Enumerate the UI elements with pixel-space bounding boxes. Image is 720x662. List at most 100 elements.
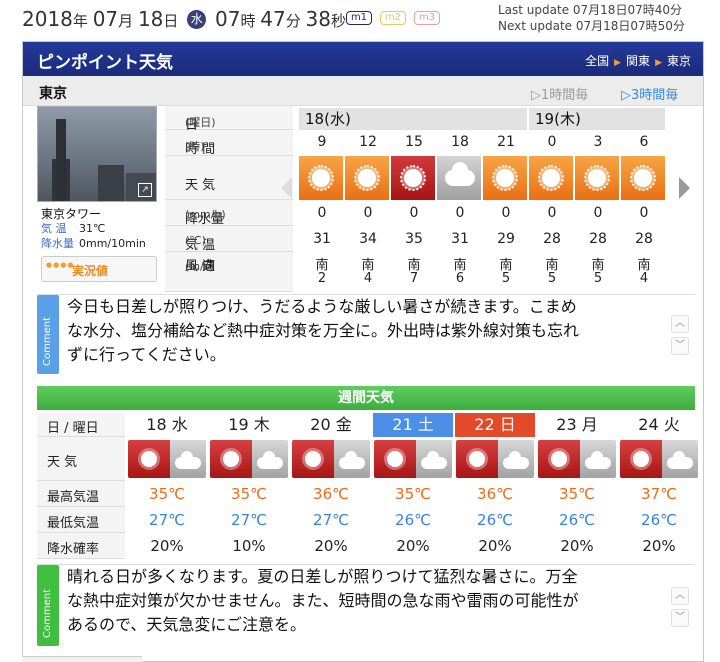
week-low-temp: 27℃ bbox=[231, 511, 267, 529]
week-day-header: 22 日 bbox=[455, 413, 535, 437]
week-high-temp: 35℃ bbox=[559, 485, 595, 503]
week-high-temp: 37℃ bbox=[641, 485, 677, 503]
wind-speed-value: 5 bbox=[501, 271, 511, 286]
precip-value: 0 bbox=[593, 205, 603, 221]
next-update: Next update 07月18日07時50分 bbox=[498, 19, 685, 33]
sun-cloud-icon bbox=[128, 440, 206, 478]
sun-cloud-icon bbox=[292, 440, 370, 478]
hour-value: 3 bbox=[593, 134, 603, 150]
chevron-up-icon[interactable]: ︿ bbox=[671, 315, 689, 333]
temp-value: 28 bbox=[543, 231, 561, 247]
map-button-m2[interactable]: m2 bbox=[380, 11, 406, 25]
interval-1hour-link[interactable]: ▷1時間毎 bbox=[531, 84, 588, 103]
clock-second-unit: 秒 bbox=[330, 12, 346, 30]
week-high-temp: 35℃ bbox=[149, 485, 185, 503]
row-label-weather: 天 気 bbox=[165, 156, 293, 200]
breadcrumb-kanto[interactable]: 関東 bbox=[626, 54, 650, 68]
week-high-temp: 36℃ bbox=[477, 485, 513, 503]
hour-value: 21 bbox=[497, 134, 515, 150]
cloudy-icon bbox=[437, 156, 482, 200]
interval-3hour-link[interactable]: ▷3時間毎 bbox=[621, 84, 678, 103]
step-arrow-icon: ▷ bbox=[621, 88, 631, 103]
clock-day-unit: 日 bbox=[163, 12, 179, 30]
week-day-header: 20 金 bbox=[310, 415, 352, 434]
daily-comment: Comment 今日も日差しが照りつけ、うだるような厳しい暑さが続きます。こまめ… bbox=[37, 294, 695, 374]
row-label-temp: 気 温 (℃) bbox=[165, 226, 293, 253]
observed-values-button[interactable]: ●●●● 実況値 bbox=[41, 256, 157, 282]
week-label-lo: 最低気温 bbox=[37, 507, 125, 533]
wind-speed-value: 7 bbox=[409, 271, 419, 286]
hour-value: 18 bbox=[451, 134, 469, 150]
map-button-m1[interactable]: m1 bbox=[346, 11, 372, 25]
sun-cloud-icon bbox=[210, 440, 288, 478]
observed-values-label: 実況値 bbox=[72, 264, 109, 278]
wind-speed-value: 5 bbox=[593, 271, 603, 286]
scroll-right-arrow-icon[interactable] bbox=[679, 177, 690, 199]
chevron-right-icon: ▶ bbox=[655, 58, 662, 68]
location-row: 東京 ▷1時間毎 ▷3時間毎 bbox=[23, 76, 703, 106]
row-label-time: 時 間 (時) bbox=[165, 130, 293, 157]
week-day-header: 24 火 bbox=[638, 415, 680, 434]
panel-title: ピンポイント天気 bbox=[37, 53, 173, 73]
week-label-weather: 天 気 bbox=[37, 437, 125, 481]
scroll-left-arrow-icon[interactable] bbox=[281, 177, 292, 199]
breadcrumb-tokyo[interactable]: 東京 bbox=[667, 54, 691, 68]
week-day-header: 23 月 bbox=[556, 415, 598, 434]
wind-speed-value: 5 bbox=[547, 271, 557, 286]
precip-value: 0 bbox=[547, 205, 557, 221]
clock-month-unit: 月 bbox=[118, 12, 134, 30]
panel-header: ピンポイント天気 全国 ▶ 関東 ▶ 東京 bbox=[23, 42, 703, 76]
week-low-temp: 27℃ bbox=[149, 511, 185, 529]
precip-value: 0 bbox=[409, 205, 419, 221]
clock-weekday-badge: 水 bbox=[187, 10, 207, 29]
hour-value: 0 bbox=[547, 134, 557, 150]
precip-value: 0 bbox=[363, 205, 373, 221]
week-high-temp: 36℃ bbox=[313, 485, 349, 503]
chevron-right-icon: ▶ bbox=[614, 58, 622, 68]
map-button-m3[interactable]: m3 bbox=[414, 11, 440, 25]
row-label-wind: 風 向風 速 (m/s) bbox=[165, 252, 293, 292]
hour-value: 6 bbox=[639, 134, 649, 150]
chevron-down-icon[interactable]: ﹀ bbox=[671, 609, 689, 627]
temp-value: 31 bbox=[313, 231, 331, 247]
week-label-hi: 最高気温 bbox=[37, 481, 125, 507]
weekly-comment-text: 晴れる日が多くなります。夏の日差しが照りつけて猛烈な暑さに。万全 な熱中症対策が… bbox=[67, 567, 579, 634]
location-name: 東京 bbox=[39, 86, 67, 102]
week-low-temp: 26℃ bbox=[395, 511, 431, 529]
week-label-pop: 降水確率 bbox=[37, 533, 125, 559]
clock-minute: 47 bbox=[260, 7, 286, 31]
sun-cloud-icon bbox=[620, 440, 698, 478]
chevron-down-icon[interactable]: ﹀ bbox=[671, 337, 689, 355]
sun-icon bbox=[299, 156, 344, 200]
week-high-temp: 35℃ bbox=[231, 485, 267, 503]
week-precip-chance: 20% bbox=[642, 537, 676, 555]
expand-icon[interactable]: ↗ bbox=[138, 183, 152, 197]
breadcrumb-national[interactable]: 全国 bbox=[585, 54, 609, 68]
week-low-temp: 27℃ bbox=[313, 511, 349, 529]
week-low-temp: 26℃ bbox=[559, 511, 595, 529]
week-precip-chance: 20% bbox=[396, 537, 430, 555]
temp-value: 28 bbox=[589, 231, 607, 247]
sun-icon bbox=[483, 156, 528, 200]
sun-icon bbox=[391, 156, 436, 200]
precip-value: 0 bbox=[501, 205, 511, 221]
week-precip-chance: 20% bbox=[150, 537, 184, 555]
temp-value: 29 bbox=[497, 231, 515, 247]
temp-value: 34 bbox=[359, 231, 377, 247]
clock-hour-unit: 時 bbox=[240, 12, 256, 30]
clock-month: 07 bbox=[92, 7, 119, 31]
temp-value: 31 bbox=[451, 231, 469, 247]
precip-value: 0 bbox=[455, 205, 465, 221]
hour-value: 12 bbox=[359, 134, 377, 150]
temp-value: 35 bbox=[405, 231, 423, 247]
last-update: Last update 07月18日07時40分 bbox=[498, 3, 682, 17]
live-camera-image[interactable]: ↗ bbox=[37, 106, 157, 202]
update-times: Last update 07月18日07時40分 Next update 07月… bbox=[498, 2, 685, 34]
sun-cloud-icon bbox=[374, 440, 452, 478]
bottom-tab[interactable] bbox=[22, 656, 142, 662]
row-label-precip: 降水量 (mm/h) bbox=[165, 200, 293, 227]
chevron-up-icon[interactable]: ︿ bbox=[671, 587, 689, 605]
sun-cloud-icon bbox=[456, 440, 534, 478]
hour-value: 9 bbox=[317, 134, 327, 150]
week-precip-chance: 20% bbox=[560, 537, 594, 555]
